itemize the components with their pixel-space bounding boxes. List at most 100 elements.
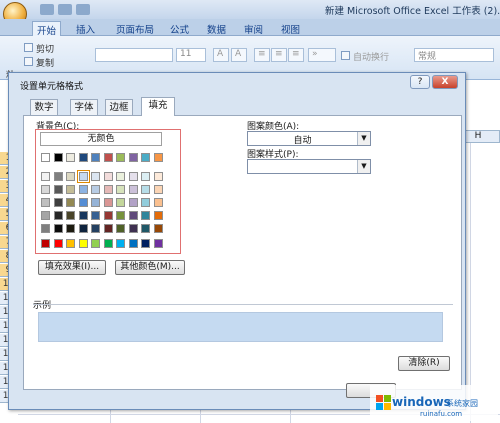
color-swatch[interactable]	[153, 185, 163, 194]
color-swatch[interactable]	[53, 185, 63, 194]
undo-icon[interactable]	[58, 4, 72, 15]
color-swatch[interactable]	[141, 172, 150, 181]
color-swatch[interactable]	[41, 185, 50, 194]
color-swatch[interactable]	[53, 211, 63, 220]
scissors-icon[interactable]	[24, 43, 33, 52]
color-swatch[interactable]	[66, 211, 75, 220]
color-swatch[interactable]	[91, 198, 100, 207]
copy-button[interactable]: 复制	[36, 56, 54, 69]
tab-border[interactable]: 边框	[105, 99, 133, 115]
color-swatch[interactable]	[53, 198, 63, 207]
tab-number[interactable]: 数字	[30, 99, 58, 115]
clear-button[interactable]: 清除(R)	[398, 356, 450, 371]
tab-fill[interactable]: 填充	[141, 97, 175, 116]
number-format-combo[interactable]: 常规	[414, 48, 494, 62]
wrap-text-icon[interactable]	[341, 51, 350, 60]
font-size-combo[interactable]: 11	[176, 48, 206, 62]
color-swatch[interactable]	[91, 153, 100, 162]
color-swatch[interactable]	[153, 211, 163, 220]
ribbon-tab-view[interactable]: 视图	[277, 21, 304, 36]
more-colors-button[interactable]: 其他颜色(M)...	[115, 260, 185, 275]
color-swatch[interactable]	[116, 198, 125, 207]
color-swatch[interactable]	[41, 211, 50, 220]
color-swatch[interactable]	[78, 153, 88, 162]
color-swatch[interactable]	[41, 153, 50, 162]
ribbon-tab-formulas[interactable]: 公式	[166, 21, 193, 36]
no-color-button[interactable]: 无颜色	[40, 132, 162, 146]
color-swatch[interactable]	[53, 153, 63, 162]
color-swatch[interactable]	[128, 153, 138, 162]
help-button[interactable]: ?	[410, 75, 430, 89]
font-name-combo[interactable]	[95, 48, 173, 62]
color-swatch[interactable]	[41, 198, 50, 207]
grow-font-icon[interactable]: A	[213, 48, 229, 62]
color-swatch[interactable]	[91, 185, 100, 194]
color-swatch[interactable]	[141, 153, 150, 162]
color-swatch[interactable]	[153, 153, 163, 162]
color-swatch[interactable]	[103, 198, 113, 207]
color-swatch[interactable]	[91, 224, 100, 233]
color-swatch[interactable]	[116, 185, 125, 194]
ribbon-tab-home[interactable]: 开始	[32, 21, 62, 37]
color-swatch[interactable]	[91, 239, 100, 248]
color-swatch[interactable]	[66, 224, 75, 233]
align-middle-icon[interactable]: ≡	[271, 48, 287, 62]
redo-icon[interactable]	[76, 4, 90, 15]
color-swatch[interactable]	[91, 211, 100, 220]
color-swatch[interactable]	[141, 198, 150, 207]
close-button[interactable]: X	[432, 75, 458, 89]
ribbon-tab-review[interactable]: 审阅	[240, 21, 267, 36]
align-top-icon[interactable]: ≡	[254, 48, 270, 62]
color-swatch[interactable]	[78, 224, 88, 233]
pattern-color-combo[interactable]: 自动 ▼	[247, 131, 371, 146]
color-swatch[interactable]	[128, 198, 138, 207]
color-swatch[interactable]	[128, 185, 138, 194]
color-swatch[interactable]	[91, 172, 100, 181]
color-swatch[interactable]	[141, 211, 150, 220]
color-swatch[interactable]	[153, 198, 163, 207]
color-swatch[interactable]	[128, 224, 138, 233]
color-swatch[interactable]	[78, 239, 88, 248]
color-swatch[interactable]	[128, 172, 138, 181]
color-swatch[interactable]	[66, 153, 75, 162]
color-swatch[interactable]	[41, 224, 50, 233]
shrink-font-icon[interactable]: A	[231, 48, 247, 62]
ribbon-tab-page-layout[interactable]: 页面布局	[112, 21, 158, 36]
color-swatch[interactable]	[66, 185, 75, 194]
orientation-icon[interactable]: »	[308, 48, 336, 62]
color-swatch[interactable]	[141, 224, 150, 233]
color-swatch[interactable]	[53, 224, 63, 233]
color-swatch[interactable]	[116, 224, 125, 233]
align-bottom-icon[interactable]: ≡	[288, 48, 304, 62]
color-swatch[interactable]	[103, 211, 113, 220]
save-icon[interactable]	[40, 4, 54, 15]
chevron-down-icon[interactable]: ▼	[357, 132, 370, 145]
copy-icon[interactable]	[24, 57, 33, 66]
color-swatch[interactable]	[66, 172, 75, 181]
color-swatch[interactable]	[78, 185, 88, 194]
color-swatch[interactable]	[153, 224, 163, 233]
color-swatch[interactable]	[141, 185, 150, 194]
color-swatch[interactable]	[103, 153, 113, 162]
color-swatch[interactable]	[103, 239, 113, 248]
color-swatch[interactable]	[78, 211, 88, 220]
cut-button[interactable]: 剪切	[36, 42, 54, 55]
color-swatch[interactable]	[116, 172, 125, 181]
color-swatch[interactable]	[41, 239, 50, 248]
tab-font[interactable]: 字体	[70, 99, 98, 115]
color-swatch[interactable]	[76, 170, 90, 183]
color-swatch[interactable]	[116, 211, 125, 220]
fill-effects-button[interactable]: 填充效果(I)...	[38, 260, 106, 275]
color-swatch[interactable]	[116, 153, 125, 162]
color-swatch[interactable]	[116, 239, 125, 248]
color-swatch[interactable]	[66, 239, 75, 248]
wrap-text-button[interactable]: 自动换行	[353, 50, 389, 63]
pattern-style-combo[interactable]: ▼	[247, 159, 371, 174]
color-swatch[interactable]	[66, 198, 75, 207]
color-swatch[interactable]	[78, 198, 88, 207]
color-swatch[interactable]	[53, 239, 63, 248]
color-swatch[interactable]	[141, 239, 150, 248]
ribbon-tab-data[interactable]: 数据	[203, 21, 230, 36]
color-swatch[interactable]	[153, 172, 163, 181]
color-swatch[interactable]	[153, 239, 163, 248]
